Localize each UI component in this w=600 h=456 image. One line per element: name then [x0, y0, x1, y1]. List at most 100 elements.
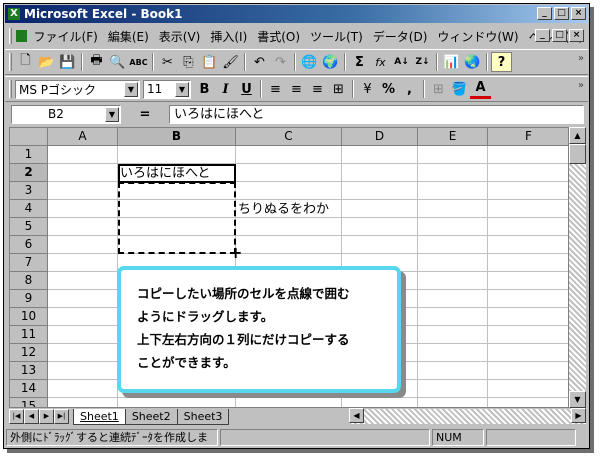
merge-center-icon[interactable]: ⊞ [328, 79, 349, 99]
column-header-f[interactable]: F [488, 128, 568, 146]
web-toolbar-icon[interactable]: 🌍 [320, 52, 341, 72]
sort-ascending-icon[interactable]: A↓ [391, 52, 412, 72]
excel-icon[interactable]: X [8, 8, 20, 20]
menu-view[interactable]: 表示(V) [154, 28, 206, 45]
row-header-10[interactable]: 10 [10, 308, 48, 326]
row-header-5[interactable]: 5 [10, 218, 48, 236]
vertical-scrollbar[interactable]: ▲ ▼ [569, 127, 586, 408]
borders-icon[interactable]: ⊞ [428, 79, 449, 99]
italic-icon[interactable]: I [215, 79, 236, 99]
formula-equals[interactable]: = [121, 107, 169, 122]
prev-sheet-icon[interactable]: ◀ [24, 409, 39, 424]
font-color-icon[interactable]: A [470, 79, 491, 99]
align-left-icon[interactable]: ≡ [265, 79, 286, 99]
scroll-thumb[interactable] [569, 144, 586, 164]
maximize-button[interactable]: □ [554, 7, 569, 20]
title-bar[interactable]: X Microsoft Excel - Book1 _ □ × [5, 5, 588, 23]
doc-restore-button[interactable]: □ [552, 29, 567, 42]
row-header-14[interactable]: 14 [10, 380, 48, 398]
cell-c4[interactable]: ちりぬるをわか [238, 201, 329, 218]
comma-icon[interactable]: , [399, 79, 420, 99]
doc-minimize-button[interactable]: _ [535, 29, 550, 42]
align-right-icon[interactable]: ≡ [307, 79, 328, 99]
sort-descending-icon[interactable]: Z↓ [412, 52, 433, 72]
menu-tools[interactable]: ツール(T) [305, 28, 368, 45]
row-header-1[interactable]: 1 [10, 146, 48, 164]
row-header-15[interactable]: 15 [10, 398, 48, 407]
row-header-3[interactable]: 3 [10, 182, 48, 200]
help-icon[interactable]: ? [491, 52, 512, 72]
menu-edit[interactable]: 編集(E) [103, 28, 154, 45]
menu-data[interactable]: データ(D) [368, 28, 433, 45]
bold-icon[interactable]: B [194, 79, 215, 99]
chevron-down-icon[interactable]: ▼ [124, 81, 138, 97]
paste-icon[interactable]: 📋 [199, 52, 220, 72]
hyperlink-icon[interactable]: 🌐 [299, 52, 320, 72]
row-header-11[interactable]: 11 [10, 326, 48, 344]
horizontal-scrollbar[interactable]: ◀ ▶ [349, 408, 586, 424]
spellcheck-icon[interactable]: ABC [128, 52, 149, 72]
open-folder-icon[interactable]: 📂 [36, 52, 57, 72]
column-header-c[interactable]: C [236, 128, 342, 146]
row-header-8[interactable]: 8 [10, 272, 48, 290]
column-header-b[interactable]: B [118, 128, 236, 146]
redo-icon[interactable]: ↷ [270, 52, 291, 72]
chevron-down-icon[interactable]: ▼ [105, 107, 119, 122]
underline-icon[interactable]: U [236, 79, 257, 99]
new-file-icon[interactable]: 🗋 [15, 52, 36, 72]
row-header-6[interactable]: 6 [10, 236, 48, 254]
formula-input[interactable]: いろはにほへと [169, 105, 584, 124]
map-icon[interactable]: 🌏 [462, 52, 483, 72]
menu-file[interactable]: ファイル(F) [29, 28, 103, 45]
column-header-a[interactable]: A [48, 128, 118, 146]
toolbar-more-chevron-icon[interactable]: » [578, 80, 584, 91]
first-sheet-icon[interactable]: |◀ [9, 409, 24, 424]
print-preview-icon[interactable]: 🔍 [107, 52, 128, 72]
format-painter-icon[interactable]: 🖌 [220, 52, 241, 72]
undo-icon[interactable]: ↶ [249, 52, 270, 72]
row-header-12[interactable]: 12 [10, 344, 48, 362]
font-size-select[interactable]: 11 ▼ [143, 79, 191, 99]
scroll-down-icon[interactable]: ▼ [569, 391, 586, 408]
row-header-2[interactable]: 2 [10, 164, 48, 182]
tab-sheet2[interactable]: Sheet2 [124, 408, 178, 425]
toolbar-more-chevron-icon[interactable]: » [578, 53, 584, 64]
doc-close-button[interactable]: × [569, 29, 584, 42]
autosum-icon[interactable]: Σ [349, 52, 370, 72]
toolbar-grip[interactable] [9, 80, 12, 98]
menu-insert[interactable]: 挿入(I) [205, 28, 252, 45]
row-header-4[interactable]: 4 [10, 200, 48, 218]
minimize-button[interactable]: _ [537, 7, 552, 20]
tab-sheet1[interactable]: Sheet1 [73, 408, 126, 425]
scroll-left-icon[interactable]: ◀ [349, 408, 364, 423]
tab-sheet3[interactable]: Sheet3 [176, 408, 230, 425]
copy-icon[interactable]: ⎘ [178, 52, 199, 72]
scroll-right-icon[interactable]: ▶ [571, 408, 586, 423]
fill-color-icon[interactable]: 🪣 [449, 79, 470, 99]
select-all-corner[interactable] [10, 128, 48, 146]
row-header-13[interactable]: 13 [10, 362, 48, 380]
toolbar-grip[interactable] [9, 53, 12, 71]
column-header-d[interactable]: D [342, 128, 418, 146]
save-icon[interactable]: 💾 [57, 52, 78, 72]
name-box[interactable]: B2 ▼ [11, 105, 121, 124]
print-icon[interactable]: 🖶 [86, 52, 107, 72]
chevron-down-icon[interactable]: ▼ [175, 81, 189, 97]
scroll-up-icon[interactable]: ▲ [569, 127, 586, 144]
close-button[interactable]: × [571, 7, 586, 20]
last-sheet-icon[interactable]: ▶| [54, 409, 69, 424]
next-sheet-icon[interactable]: ▶ [39, 409, 54, 424]
font-name-select[interactable]: MS Pゴシック ▼ [15, 79, 140, 99]
align-center-icon[interactable]: ≡ [286, 79, 307, 99]
workbook-icon[interactable] [15, 30, 27, 42]
chart-wizard-icon[interactable]: 📊 [441, 52, 462, 72]
function-icon[interactable]: fx [370, 52, 391, 72]
row-header-7[interactable]: 7 [10, 254, 48, 272]
menubar-grip[interactable] [9, 28, 12, 44]
percent-icon[interactable]: % [378, 79, 399, 99]
currency-icon[interactable]: ¥ [357, 79, 378, 99]
column-header-e[interactable]: E [418, 128, 488, 146]
menu-window[interactable]: ウィンドウ(W) [432, 28, 523, 45]
row-header-9[interactable]: 9 [10, 290, 48, 308]
menu-format[interactable]: 書式(O) [252, 28, 305, 45]
